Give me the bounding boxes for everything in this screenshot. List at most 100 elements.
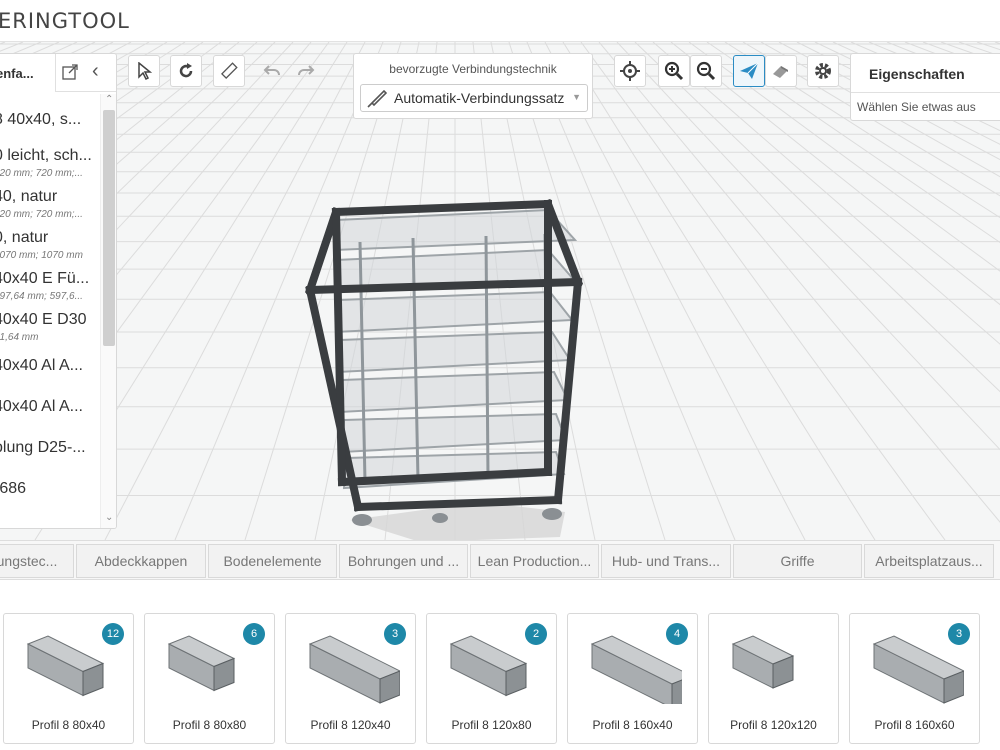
redo-icon (298, 65, 315, 76)
count-badge: 4 (666, 623, 688, 645)
component-list-item[interactable]: 40, natur 720 mm; 720 mm;... (0, 180, 100, 221)
component-list-item[interactable]: 40x40 E Fü... 597,64 mm; 597,6... (0, 262, 100, 303)
product-label: Profil 8 80x80 (172, 718, 247, 732)
category-tabs: ungstec... Abdeckkappen Bodenelemente Bohru… (0, 540, 1000, 580)
screwdriver-icon (367, 89, 388, 108)
properties-title: Eigenschaften (869, 66, 965, 82)
category-tab[interactable]: Arbeitsplatzaus... (864, 544, 994, 578)
product-label: Profil 8 160x40 (592, 718, 673, 732)
scrollbar[interactable]: ⌃ ⌄ (100, 94, 116, 528)
count-badge: 6 (243, 623, 265, 645)
component-dimensions: 21,64 mm (0, 332, 39, 343)
chevron-left-icon[interactable]: ‹ (92, 60, 99, 83)
undo-button[interactable] (256, 55, 288, 87)
component-list-item[interactable]: 40x40 E D30 21,64 mm (0, 303, 100, 344)
zoom-in-icon (664, 61, 684, 81)
undo-icon (263, 65, 280, 76)
component-list-item[interactable]: -686 (0, 467, 100, 508)
count-badge: 3 (948, 623, 970, 645)
category-tab[interactable]: Bodenelemente (208, 544, 337, 578)
eraser-icon (773, 66, 788, 78)
category-tab[interactable]: Griffe (733, 544, 862, 578)
product-card[interactable]: 2 Profil 8 120x80 (426, 613, 557, 744)
count-badge: 2 (525, 623, 547, 645)
component-list-panel: enfa... ‹ 8 40x40, s... 0 leicht, sch... 7… (0, 53, 117, 529)
zoom-out-icon (696, 61, 716, 81)
ruler-icon (221, 62, 238, 79)
settings-button[interactable] (807, 55, 839, 87)
profile-image (731, 635, 795, 689)
component-name: 0 leicht, sch... (0, 147, 92, 164)
popout-icon[interactable] (62, 64, 78, 83)
product-card[interactable]: 6 Profil 8 80x80 (144, 613, 275, 744)
component-name: 40x40 Al A... (0, 398, 83, 415)
connection-technique-value: Automatik-Verbindungssatz (394, 90, 565, 106)
component-dimensions: 597,64 mm; 597,6... (0, 291, 83, 302)
product-label: Profil 8 80x40 (31, 718, 106, 732)
count-badge: 3 (384, 623, 406, 645)
connection-technique-select[interactable]: Automatik-Verbindungssatz ▼ (360, 84, 588, 112)
component-dimensions: 720 mm; 720 mm;... (0, 168, 83, 179)
chevron-up-icon[interactable]: ⌃ (105, 94, 113, 105)
component-list-item[interactable]: 40x40 Al A... (0, 344, 100, 385)
component-name: 40x40 E Fü... (0, 270, 90, 287)
product-cards: 12 Profil 8 80x40 6 Profil 8 80x80 3 Profil 8… (0, 580, 1000, 750)
send-button[interactable] (733, 55, 765, 87)
product-card[interactable]: 3 Profil 8 120x40 (285, 613, 416, 744)
zoom-out-button[interactable] (690, 55, 722, 87)
component-dimensions: 1070 mm; 1070 mm (0, 250, 83, 261)
rotate-icon (179, 63, 193, 78)
product-card[interactable]: 12 Profil 8 80x40 (3, 613, 134, 744)
category-tab[interactable]: Lean Production... (470, 544, 599, 578)
rotate-button[interactable] (170, 55, 202, 87)
component-list-item[interactable]: 40x40 Al A... (0, 385, 100, 426)
category-tab[interactable]: Hub- und Trans... (601, 544, 731, 578)
scroll-thumb[interactable] (103, 110, 115, 346)
select-tool-button[interactable] (128, 55, 160, 87)
product-label: Profil 8 120x80 (451, 718, 532, 732)
gear-icon (815, 63, 831, 79)
chevron-down-icon: ▼ (572, 92, 581, 102)
component-list-item[interactable]: 0 leicht, sch... 720 mm; 720 mm;... (0, 139, 100, 180)
component-name: 40, natur (0, 188, 58, 205)
app-header: ERINGTOOL (0, 0, 1000, 42)
redo-button[interactable] (290, 55, 322, 87)
crosshair-icon (620, 61, 640, 81)
connection-technique-label: bevorzugte Verbindungstechnik (389, 62, 557, 76)
product-label: Profil 8 160x60 (874, 718, 955, 732)
measure-button[interactable] (213, 55, 245, 87)
component-name: plung D25-... (0, 439, 86, 456)
count-badge: 12 (102, 623, 124, 645)
chevron-down-icon[interactable]: ⌄ (105, 512, 113, 523)
rack-model[interactable] (304, 198, 584, 540)
tab-label: enfa... (0, 66, 34, 81)
center-view-button[interactable] (614, 55, 646, 87)
zoom-in-button[interactable] (658, 55, 690, 87)
category-tab[interactable]: Abdeckkappen (76, 544, 206, 578)
eraser-button[interactable] (765, 55, 797, 87)
paper-plane-icon (740, 62, 759, 79)
product-card[interactable]: 4 Profil 8 160x40 (567, 613, 698, 744)
cursor-icon (138, 62, 152, 80)
product-label: Profil 8 120x120 (730, 718, 817, 732)
category-tab[interactable]: Bohrungen und ... (339, 544, 468, 578)
component-list-item[interactable]: 0, natur 1070 mm; 1070 mm (0, 221, 100, 262)
category-tab[interactable]: ungstec... (0, 544, 74, 578)
app-title: ERINGTOOL (0, 9, 130, 33)
properties-hint: Wählen Sie etwas aus (857, 100, 976, 114)
component-name: 8 40x40, s... (0, 111, 82, 128)
product-label: Profil 8 120x40 (310, 718, 391, 732)
tab-components[interactable]: enfa... (0, 54, 56, 92)
product-card[interactable]: 3 Profil 8 160x60 (849, 613, 980, 744)
panel-header: enfa... ‹ (0, 54, 116, 92)
component-dimensions: 720 mm; 720 mm;... (0, 209, 83, 220)
component-list-item[interactable]: 8 40x40, s... (0, 98, 100, 139)
app-window: ERINGTOOL bevorzugte Verbindungstechnik … (0, 0, 1000, 750)
component-name: -686 (0, 480, 27, 497)
connection-technique-panel: bevorzugte Verbindungstechnik Automatik-… (353, 53, 593, 119)
divider (851, 92, 1000, 93)
component-list-item[interactable]: plung D25-... (0, 426, 100, 467)
component-name: 0, natur (0, 229, 49, 246)
component-name: 40x40 Al A... (0, 357, 83, 374)
product-card[interactable]: Profil 8 120x120 (708, 613, 839, 744)
